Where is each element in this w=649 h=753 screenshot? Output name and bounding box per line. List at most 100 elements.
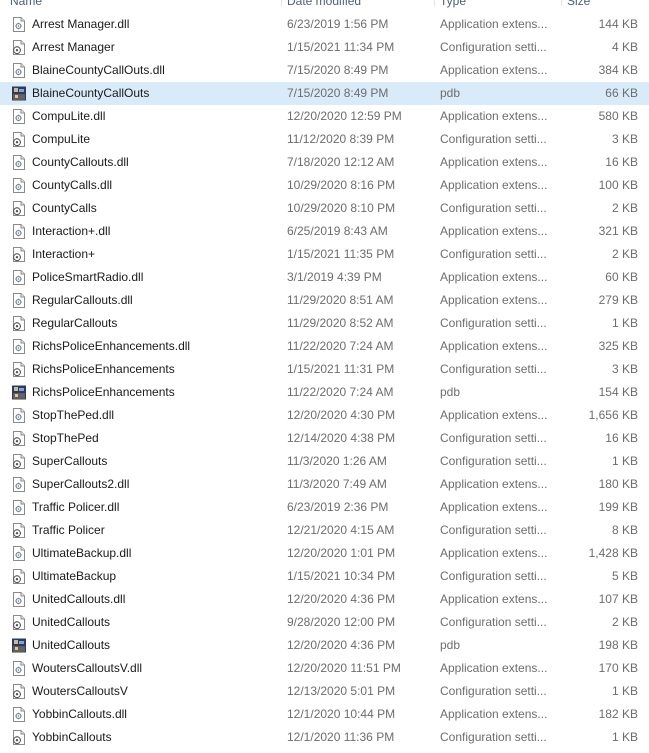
column-divider[interactable]: [434, 0, 435, 6]
file-date-modified: 11/29/2020 8:51 AM: [287, 293, 394, 307]
file-name: UltimateBackup.dll: [32, 546, 132, 560]
file-size: 2 KB: [611, 247, 638, 261]
file-name: RichsPoliceEnhancements.dll: [32, 339, 191, 353]
file-date-modified: 11/29/2020 8:52 AM: [287, 316, 394, 330]
config-file-icon: [12, 730, 26, 745]
dll-file-icon: [12, 17, 26, 32]
file-row[interactable]: Arrest Manager 1/15/2021 11:34 PM Configur…: [0, 36, 649, 59]
file-size: 144 KB: [598, 17, 638, 31]
file-name: RegularCallouts.dll: [32, 293, 133, 307]
file-name: CompuLite: [32, 132, 91, 146]
file-name: UnitedCallouts.dll: [32, 592, 126, 606]
dll-file-icon: [12, 63, 26, 78]
config-file-icon: [12, 247, 26, 262]
file-size: 1 KB: [611, 454, 638, 468]
file-size: 170 KB: [598, 661, 638, 675]
dll-file-icon: [12, 707, 26, 722]
dll-file-icon: [12, 546, 26, 561]
file-row[interactable]: CountyCallouts.dll 7/18/2020 12:12 AM Appl…: [0, 151, 649, 174]
file-row[interactable]: CompuLite.dll 12/20/2020 12:59 PM Applicat…: [0, 105, 649, 128]
file-size: 2 KB: [611, 615, 638, 629]
file-name: Traffic Policer.dll: [32, 500, 120, 514]
file-row[interactable]: Traffic Policer 12/21/2020 4:15 AM Configu…: [0, 519, 649, 542]
file-date-modified: 12/14/2020 4:38 PM: [287, 431, 396, 445]
file-row[interactable]: BlaineCountyCallOuts.dll 7/15/2020 8:49 P…: [0, 59, 649, 82]
column-header-date-modified[interactable]: Date modified: [287, 0, 361, 8]
file-row[interactable]: UnitedCallouts 12/20/2020 4:36 PM pdb 198 K…: [0, 634, 649, 657]
file-row[interactable]: SuperCallouts 11/3/2020 1:26 AM Configurat…: [0, 450, 649, 473]
file-row[interactable]: WoutersCalloutsV.dll 12/20/2020 11:51 PM A…: [0, 657, 649, 680]
file-row[interactable]: CountyCalls 10/29/2020 8:10 PM Configurati…: [0, 197, 649, 220]
file-row[interactable]: YobbinCallouts 12/1/2020 11:36 PM Configur…: [0, 726, 649, 749]
file-row[interactable]: UnitedCallouts.dll 12/20/2020 4:36 PM Appl…: [0, 588, 649, 611]
file-name: Interaction+.dll: [32, 224, 111, 238]
file-type: Application extens...: [440, 477, 548, 491]
file-date-modified: 1/15/2021 11:35 PM: [287, 247, 395, 261]
column-header-type[interactable]: Type: [440, 0, 466, 8]
file-type: Configuration setti...: [440, 316, 547, 330]
file-type: Configuration setti...: [440, 132, 547, 146]
file-size: 5 KB: [611, 569, 638, 583]
file-name: Arrest Manager: [32, 40, 115, 54]
file-row[interactable]: Arrest Manager.dll 6/23/2019 1:56 PM Appli…: [0, 13, 649, 36]
file-row[interactable]: PoliceSmartRadio.dll 3/1/2019 4:39 PM Appl…: [0, 266, 649, 289]
file-name: UnitedCallouts: [32, 615, 111, 629]
column-header-name[interactable]: Name: [10, 0, 42, 8]
file-row[interactable]: CountyCalls.dll 10/29/2020 8:16 PM Applica…: [0, 174, 649, 197]
file-name: YobbinCallouts.dll: [32, 707, 127, 721]
file-row[interactable]: UltimateBackup.dll 12/20/2020 1:01 PM Appl…: [0, 542, 649, 565]
file-size: 321 KB: [598, 224, 638, 238]
file-name: Interaction+: [32, 247, 96, 261]
file-size: 1,428 KB: [588, 546, 638, 560]
file-size: 100 KB: [598, 178, 638, 192]
column-divider[interactable]: [561, 0, 562, 6]
dll-file-icon: [12, 293, 26, 308]
file-name: SuperCallouts2.dll: [32, 477, 130, 491]
column-header-size[interactable]: Size: [567, 0, 590, 8]
file-date-modified: 7/15/2020 8:49 PM: [287, 63, 389, 77]
file-row[interactable]: SuperCallouts2.dll 11/3/2020 7:49 AM Appli…: [0, 473, 649, 496]
file-date-modified: 1/15/2021 10:34 PM: [287, 569, 396, 583]
file-row[interactable]: RichsPoliceEnhancements 11/22/2020 7:24 A…: [0, 381, 649, 404]
file-type: pdb: [440, 385, 461, 399]
file-row[interactable]: YobbinCallouts.dll 12/1/2020 10:44 PM Appl…: [0, 703, 649, 726]
file-name: WoutersCalloutsV.dll: [32, 661, 143, 675]
file-size: 66 KB: [605, 86, 638, 100]
file-size: 16 KB: [605, 431, 638, 445]
file-row[interactable]: RichsPoliceEnhancements.dll 11/22/2020 7:…: [0, 335, 649, 358]
file-size: 1,656 KB: [588, 408, 638, 422]
file-row[interactable]: RegularCallouts.dll 11/29/2020 8:51 AM App…: [0, 289, 649, 312]
config-file-icon: [12, 615, 26, 630]
file-type: Configuration setti...: [440, 362, 547, 376]
file-name: Traffic Policer: [32, 523, 105, 537]
file-row[interactable]: BlaineCountyCallOuts 7/15/2020 8:49 PM pdb…: [0, 82, 649, 105]
column-divider[interactable]: [281, 0, 282, 6]
file-type: Configuration setti...: [440, 684, 547, 698]
file-type: Application extens...: [440, 109, 548, 123]
file-type: Configuration setti...: [440, 523, 547, 537]
file-size: 325 KB: [598, 339, 638, 353]
file-row[interactable]: RegularCallouts 11/29/2020 8:52 AM Configu…: [0, 312, 649, 335]
config-file-icon: [12, 40, 26, 55]
file-date-modified: 1/15/2021 11:34 PM: [287, 40, 395, 54]
file-row[interactable]: CompuLite 11/12/2020 8:39 PM Configuration…: [0, 128, 649, 151]
file-row[interactable]: WoutersCalloutsV 12/13/2020 5:01 PM Config…: [0, 680, 649, 703]
file-row[interactable]: StopThePed 12/14/2020 4:38 PM Configuratio…: [0, 427, 649, 450]
file-type: Application extens...: [440, 224, 548, 238]
file-row[interactable]: RichsPoliceEnhancements 1/15/2021 11:31 P…: [0, 358, 649, 381]
file-row[interactable]: UnitedCallouts 9/28/2020 12:00 PM Configur…: [0, 611, 649, 634]
file-row[interactable]: StopThePed.dll 12/20/2020 4:30 PM Applicat…: [0, 404, 649, 427]
dll-file-icon: [12, 592, 26, 607]
file-date-modified: 12/20/2020 4:36 PM: [287, 638, 396, 652]
file-row[interactable]: Interaction+.dll 6/25/2019 8:43 AM Applica…: [0, 220, 649, 243]
file-date-modified: 3/1/2019 4:39 PM: [287, 270, 382, 284]
file-name: BlaineCountyCallOuts.dll: [32, 63, 165, 77]
file-row[interactable]: UltimateBackup 1/15/2021 10:34 PM Configur…: [0, 565, 649, 588]
file-name: CountyCallouts.dll: [32, 155, 129, 169]
file-name: RichsPoliceEnhancements: [32, 362, 175, 376]
file-row[interactable]: Traffic Policer.dll 6/23/2019 2:36 PM Appl…: [0, 496, 649, 519]
file-size: 384 KB: [598, 63, 638, 77]
file-type: Application extens...: [440, 293, 548, 307]
file-row[interactable]: Interaction+ 1/15/2021 11:35 PM Configurat…: [0, 243, 649, 266]
file-date-modified: 6/25/2019 8:43 AM: [287, 224, 388, 238]
